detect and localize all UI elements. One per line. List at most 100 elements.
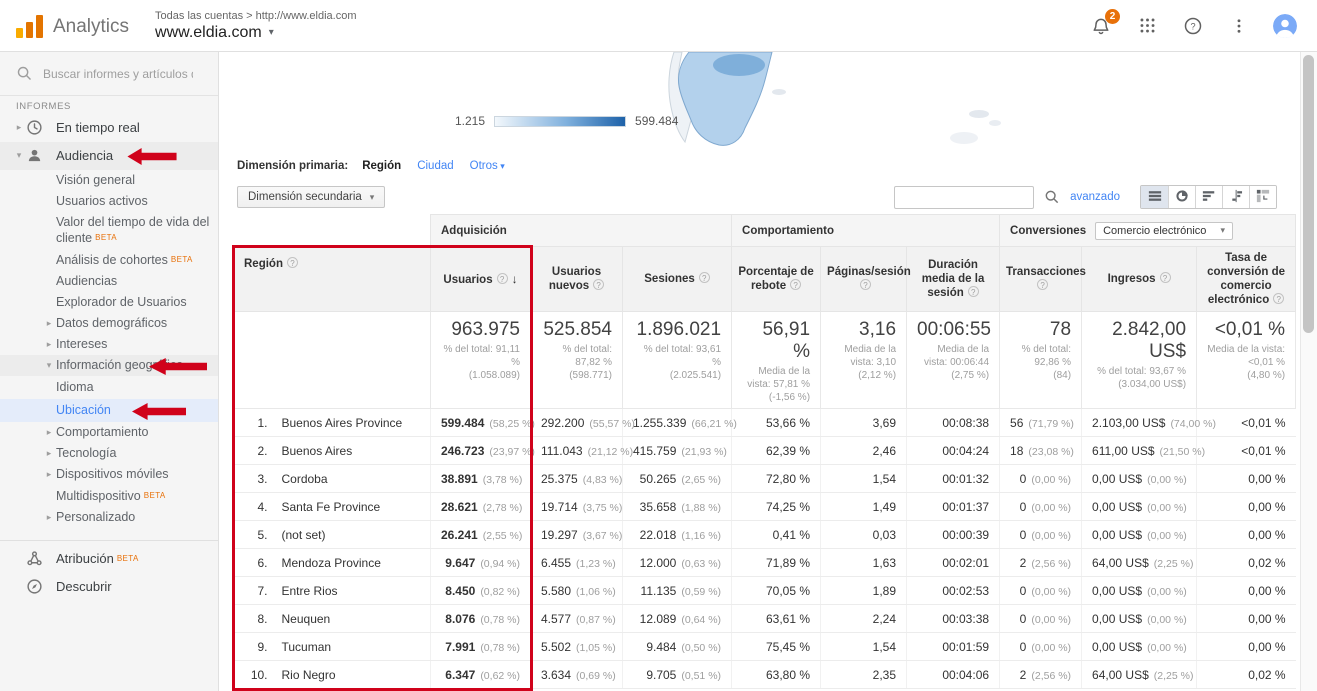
breadcrumb[interactable]: Todas las cuentas > http://www.eldia.com [155,10,356,22]
sidebar-item-personalizado[interactable]: ▸Personalizado [0,507,218,528]
sidebar-item-valor-tiempo-vida[interactable]: Valor del tiempo de vida del clienteBETA [0,212,218,249]
primary-dimension-options: Región Ciudad Otros ▾ [362,160,505,172]
chevron-right-icon[interactable]: ▸ [42,467,56,482]
table-row[interactable]: 7.Entre Rios8.450(0,82 %)5.580(1,06 %)11… [234,577,1296,605]
region-name[interactable]: Neuquen [282,612,331,626]
column-header-revenue[interactable]: Ingresos? [1082,247,1197,312]
advanced-filter-link[interactable]: avanzado [1070,191,1120,203]
cell-sessions: 1.255.339(66,21 %) [623,409,732,437]
column-header-new-users[interactable]: Usuarios nuevos? [531,247,623,312]
region-name[interactable]: Tucuman [282,640,332,654]
sidebar-item-tecnologia[interactable]: ▸Tecnología [0,443,218,464]
table-row[interactable]: 9.Tucuman7.991(0,78 %)5.502(1,05 %)9.484… [234,633,1296,661]
sidebar-item-ubicacion[interactable]: Ubicación [0,399,218,422]
sidebar-item-comportamiento[interactable]: ▸Comportamiento [0,422,218,443]
sidebar-item-analisis-cohortes[interactable]: Análisis de cohortesBETA [0,249,218,271]
vertical-scrollbar[interactable] [1300,52,1317,691]
chevron-down-icon[interactable]: ▾ [42,358,56,373]
chevron-right-icon[interactable]: ▸ [42,446,56,461]
app-header: Analytics Todas las cuentas > http://www… [0,0,1317,52]
account-name: www.eldia.com [155,24,262,42]
chevron-right-icon[interactable]: ▸ [12,120,26,135]
summary-cell-ecommerce-rate: <0,01 %Media de la vista: <0,01 %(4,80 %… [1197,312,1296,409]
geo-map[interactable]: 1.215 599.484 [219,52,1317,152]
pivot-view-button[interactable] [1249,186,1276,208]
table-filter-search-button[interactable] [1044,189,1060,205]
column-header-region[interactable]: Región? [234,247,431,312]
sidebar-search-input[interactable] [43,67,193,81]
table-row[interactable]: 8.Neuquen8.076(0,78 %)4.577(0,87 %)12.08… [234,605,1296,633]
sidebar-item-audiencia[interactable]: ▾Audiencia [0,142,218,170]
region-name[interactable]: Buenos Aires Province [282,416,403,430]
sidebar-item-en-tiempo-real[interactable]: ▸ En tiempo real [0,114,218,142]
chevron-right-icon[interactable]: ▸ [42,425,56,440]
column-group-conversiones: ConversionesComercio electrónico▾ [1000,215,1296,247]
help-button[interactable]: ? [1181,14,1205,38]
apps-grid-button[interactable] [1135,14,1159,38]
chevron-right-icon[interactable]: ▸ [42,337,56,352]
secondary-dimension-button[interactable]: Dimensión secundaria ▾ [237,186,385,208]
table-row[interactable]: 3.Cordoba38.891(3,78 %)25.375(4,83 %)50.… [234,465,1296,493]
comparison-view-button[interactable] [1222,186,1249,208]
sidebar-item-vision-general[interactable]: Visión general [0,170,218,191]
sidebar-item-explorador-usuarios[interactable]: Explorador de Usuarios [0,292,218,313]
cell-revenue: 2.103,00 US$(74,00 %) [1082,409,1197,437]
sidebar-item-atribucion[interactable]: AtribuciónBETA [0,540,218,573]
sidebar-item-descubrir[interactable]: Descubrir [0,573,218,601]
chevron-right-icon[interactable]: ▸ [42,510,56,525]
region-name[interactable]: (not set) [282,528,326,542]
region-name[interactable]: Cordoba [282,472,328,486]
table-row[interactable]: 5.(not set)26.241(2,55 %)19.297(3,67 %)2… [234,521,1296,549]
primary-dimension-ciudad[interactable]: Ciudad [417,160,453,172]
region-name[interactable]: Buenos Aires [282,444,353,458]
summary-cell-new-users: 525.854% del total: 87,82 %(598.771) [531,312,623,409]
sidebar-item-datos-demograficos[interactable]: ▸Datos demográficos [0,313,218,334]
ecommerce-type-selector[interactable]: Comercio electrónico▾ [1095,222,1233,240]
column-header-bounce[interactable]: Porcentaje de rebote? [732,247,821,312]
column-header-ecommerce-rate[interactable]: Tasa de conversión de comercio electróni… [1197,247,1296,312]
table-filter-input[interactable] [894,186,1034,209]
cell-bounce: 62,39 % [732,437,821,465]
sidebar-search[interactable] [0,52,218,96]
region-name[interactable]: Santa Fe Province [282,500,381,514]
table-row[interactable]: 6.Mendoza Province9.647(0,94 %)6.455(1,2… [234,549,1296,577]
account-selector[interactable]: www.eldia.com ▾ [155,24,356,42]
region-name[interactable]: Rio Negro [282,668,336,682]
sidebar-item-label: Explorador de Usuarios [56,295,212,310]
sidebar-item-usuarios-activos[interactable]: Usuarios activos [0,191,218,212]
region-cell: 8. Neuquen [234,605,431,633]
column-header-transactions[interactable]: Transacciones? [1000,247,1082,312]
scrollbar-thumb[interactable] [1303,55,1314,333]
table-row[interactable]: 4.Santa Fe Province28.621(2,78 %)19.714(… [234,493,1296,521]
primary-dimension-otros[interactable]: Otros ▾ [470,160,505,172]
column-header-sessions[interactable]: Sesiones? [623,247,732,312]
analytics-logo[interactable]: Analytics [0,14,129,38]
help-icon: ? [860,279,871,290]
sidebar-item-idioma[interactable]: Idioma [0,376,218,399]
user-avatar[interactable] [1273,14,1297,38]
performance-view-button[interactable] [1195,186,1222,208]
table-row[interactable]: 1.Buenos Aires Province599.484(58,25 %)2… [234,409,1296,437]
more-menu-button[interactable] [1227,14,1251,38]
region-name[interactable]: Entre Rios [282,584,338,598]
region-name[interactable]: Mendoza Province [282,556,381,570]
notifications-button[interactable]: 2 [1089,14,1113,38]
sidebar-item-label: En tiempo real [56,120,212,135]
sidebar-item-informacion-geografica[interactable]: ▾Información geográfica [0,355,218,376]
table-row[interactable]: 10.Rio Negro6.347(0,62 %)3.634(0,69 %)9.… [234,661,1296,689]
column-header-avg-duration[interactable]: Duración media de la sesión? [907,247,1000,312]
chevron-right-icon[interactable]: ▸ [42,316,56,331]
sidebar-item-audiencias[interactable]: Audiencias [0,271,218,292]
column-header-pages-session[interactable]: Páginas/sesión? [821,247,907,312]
sidebar-item-intereses[interactable]: ▸Intereses [0,334,218,355]
sidebar-item-multidispositivo[interactable]: MultidispositivoBETA [0,485,218,507]
column-header-users[interactable]: Usuarios?↓ [431,247,531,312]
table-view-button[interactable] [1141,186,1168,208]
sidebar-item-dispositivos-moviles[interactable]: ▸Dispositivos móviles [0,464,218,485]
cell-sessions: 12.000(0,63 %) [623,549,732,577]
chevron-down-icon[interactable]: ▾ [12,148,26,163]
percentage-view-button[interactable] [1168,186,1195,208]
table-row[interactable]: 2.Buenos Aires246.723(23,97 %)111.043(21… [234,437,1296,465]
row-rank: 8. [244,612,268,626]
primary-dimension-region[interactable]: Región [362,160,401,172]
